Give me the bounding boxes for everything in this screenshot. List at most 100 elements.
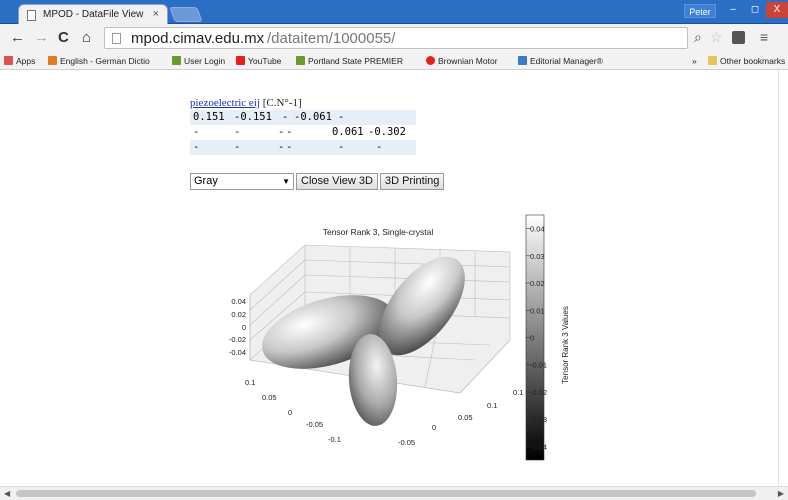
matrix-cell: -	[286, 126, 293, 138]
page-icon	[112, 33, 121, 44]
scrollbar-thumb[interactable]	[16, 490, 756, 497]
close-view-3d-button[interactable]: Close View 3D	[296, 173, 378, 190]
colorbar-tick-label: -0.02	[530, 388, 547, 397]
scroll-right-arrow-icon[interactable]: ▶	[778, 489, 784, 498]
matrix-cell: -	[338, 111, 345, 123]
x-tick-label: -0.05	[306, 420, 323, 429]
url-path: /dataitem/1000055/	[267, 30, 396, 47]
back-arrow-icon[interactable]: ←	[10, 29, 25, 46]
bookmark-user-login[interactable]: User Login	[172, 56, 225, 66]
bookmark-apps[interactable]: Apps	[4, 56, 35, 66]
colorbar-tick-label: 0.04	[530, 225, 545, 234]
colorbar-label: Tensor Rank 3 Values	[561, 306, 570, 384]
matrix-cell: -	[376, 141, 383, 153]
home-icon[interactable]: ⌂	[82, 29, 91, 46]
bookmark-editorial-manager[interactable]: Editorial Manager®	[518, 56, 603, 66]
y-tick-label: 0.1	[513, 388, 523, 397]
matrix-cell: -0.302	[368, 126, 406, 138]
leaf-icon	[296, 56, 305, 65]
bookmark-dictionary[interactable]: English - German Dictio	[48, 56, 150, 66]
forward-arrow-icon[interactable]: →	[34, 29, 49, 46]
matrix-cell: -0.151	[234, 111, 272, 123]
matrix-cell: -	[234, 126, 241, 138]
x-tick-label: 0.1	[245, 378, 255, 387]
bookmark-brownian-motor[interactable]: Brownian Motor	[426, 56, 498, 66]
matrix-cell: -	[278, 141, 285, 153]
x-tick-label: 0.05	[262, 393, 277, 402]
colorbar-tick-label: -0.04	[530, 442, 547, 451]
url-host: mpod.cimav.edu.mx	[131, 30, 265, 47]
colormap-selected: Gray	[194, 175, 218, 187]
colorbar-tick-label: -0.01	[530, 361, 547, 370]
matrix-cell: -	[286, 141, 293, 153]
reload-icon[interactable]: C	[58, 29, 69, 46]
matrix-cell: -	[278, 126, 285, 138]
new-tab-button[interactable]	[169, 7, 203, 22]
y-tick-label: -0.05	[398, 438, 415, 447]
colorbar-tick-label: 0.03	[530, 252, 545, 261]
colorbar-tick-label: 0	[530, 334, 534, 343]
tensor-3d-plot[interactable]: Tensor Rank 3, Single-crystal 0.04 0.02 …	[210, 210, 570, 475]
more-bookmarks-chevron[interactable]: »	[692, 56, 697, 66]
property-link[interactable]: piezoelectric eij	[190, 97, 260, 109]
colorbar-tick-label: 0.01	[530, 306, 545, 315]
window-controls: – ◻ X	[722, 2, 788, 18]
z-tick-label: -0.02	[229, 335, 246, 344]
x-tick-label: -0.1	[328, 435, 341, 444]
y-axis-ticks: -0.05 0 0.05 0.1 0.1	[398, 388, 523, 447]
z-tick-label: -0.04	[229, 348, 246, 357]
scroll-divider	[778, 70, 779, 486]
bookmark-youtube[interactable]: YouTube	[236, 56, 281, 66]
address-bar[interactable]: mpod.cimav.edu.mx /dataitem/1000055/	[104, 27, 688, 49]
bookmark-star-icon[interactable]: ☆	[710, 29, 723, 46]
apps-grid-icon	[4, 56, 13, 65]
bookmark-portland-state[interactable]: Portland State PREMIER	[296, 56, 403, 66]
close-window-button[interactable]: X	[766, 2, 788, 18]
zoom-icon[interactable]: ⌕	[694, 29, 702, 46]
3d-printing-button[interactable]: 3D Printing	[379, 173, 445, 190]
bookmark-other[interactable]: Other bookmarks	[708, 56, 785, 66]
matrix-cell: -0.061	[294, 111, 332, 123]
matrix-cell: 0.151	[193, 111, 225, 123]
browser-titlebar: MPOD - DataFile View × Peter – ◻ X	[0, 0, 788, 25]
leaf-icon	[172, 56, 181, 65]
maximize-button[interactable]: ◻	[744, 2, 766, 18]
browser-toolbar: ← → C ⌂ mpod.cimav.edu.mx /dataitem/1000…	[0, 24, 788, 52]
browser-tab[interactable]: MPOD - DataFile View ×	[18, 4, 168, 25]
matrix-row: - - - - 0.061 -0.302	[190, 125, 416, 140]
minimize-button[interactable]: –	[722, 2, 744, 18]
z-axis-ticks: 0.04 0.02 0 -0.02 -0.04	[229, 297, 246, 357]
snowflake-icon	[426, 56, 435, 65]
colorbar-tick-label: 0.02	[530, 279, 545, 288]
view-controls: Gray ▼ Close View 3D 3D Printing	[190, 173, 445, 190]
profile-button[interactable]: Peter	[684, 4, 716, 18]
z-tick-label: 0.02	[231, 310, 246, 319]
matrix-cell: 0.061	[332, 126, 364, 138]
folder-icon	[708, 56, 717, 65]
matrix-row: - - - - - -	[190, 140, 416, 155]
dropdown-caret-icon: ▼	[282, 177, 290, 186]
property-heading: piezoelectric eij [C.N°-1]	[190, 97, 302, 109]
y-tick-label: 0.05	[458, 413, 473, 422]
matrix-cell: -	[193, 141, 200, 153]
menu-icon[interactable]: ≡	[760, 29, 768, 45]
scroll-left-arrow-icon[interactable]: ◀	[4, 489, 10, 498]
bookmarks-bar: Apps English - German Dictio User Login …	[0, 52, 788, 70]
extension-icon[interactable]	[732, 31, 745, 44]
colormap-select[interactable]: Gray ▼	[190, 173, 294, 190]
matrix-cell: -	[193, 126, 200, 138]
property-units: [C.N°-1]	[262, 97, 302, 109]
z-tick-label: 0	[242, 323, 246, 332]
z-tick-label: 0.04	[231, 297, 246, 306]
horizontal-scrollbar[interactable]: ◀ ▶	[0, 486, 788, 500]
colorbar-tick-label: -0.03	[530, 415, 547, 424]
page-content: piezoelectric eij [C.N°-1] 0.151 -0.151 …	[0, 70, 788, 486]
page-icon	[27, 10, 36, 21]
matrix-cell: -	[282, 111, 289, 123]
dictionary-icon	[48, 56, 57, 65]
y-tick-label: 0	[432, 423, 436, 432]
matrix-row: 0.151 -0.151 - -0.061 -	[190, 110, 416, 125]
close-tab-icon[interactable]: ×	[153, 8, 159, 20]
youtube-icon	[236, 56, 245, 65]
editorial-icon	[518, 56, 527, 65]
